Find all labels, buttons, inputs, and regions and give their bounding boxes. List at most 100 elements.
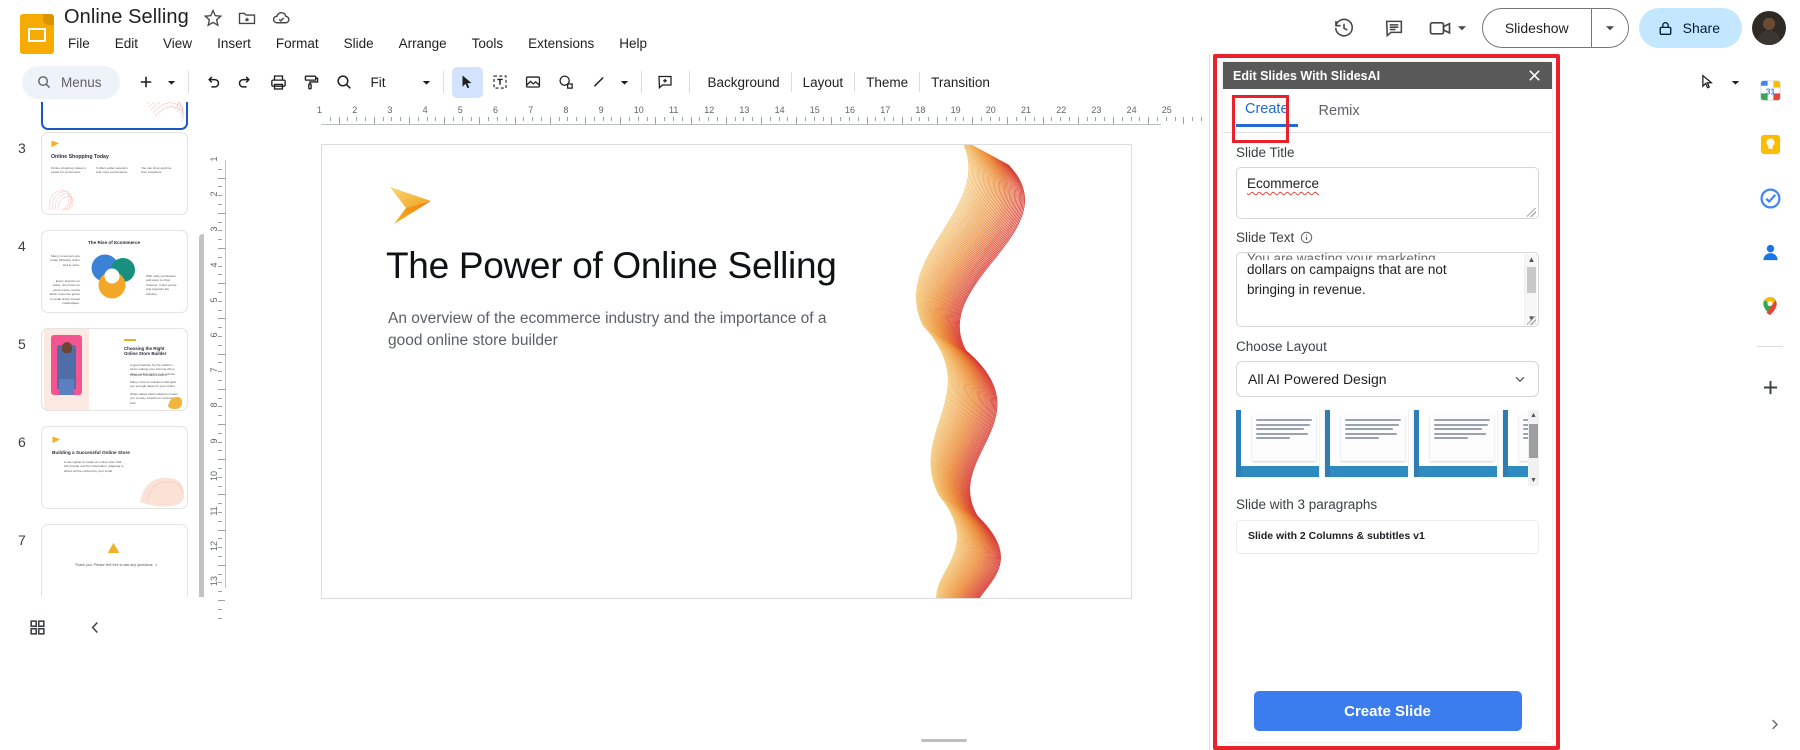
ruler-tick (218, 345, 222, 346)
ruler-tick (717, 117, 718, 121)
grid-view-icon[interactable] (22, 612, 52, 642)
version-history-icon[interactable] (1324, 8, 1364, 48)
shape-icon[interactable] (551, 67, 582, 98)
ruler-tick (218, 494, 225, 495)
slide-thumbnail-2[interactable] (41, 102, 188, 130)
ruler-tick (937, 117, 938, 124)
line-icon[interactable] (584, 67, 615, 98)
document-title[interactable]: Online Selling (64, 6, 189, 29)
ruler-tick-label: 1 (209, 152, 219, 166)
slide-thumbnail-6[interactable]: Building a Successful Online Store A use… (41, 426, 188, 509)
new-slide-options-icon[interactable] (163, 67, 181, 98)
maps-icon[interactable] (1756, 292, 1784, 320)
paint-format-icon[interactable] (296, 67, 327, 98)
list-item[interactable] (0, 102, 213, 130)
list-item[interactable]: 6 Building a Successful Online Store A u… (0, 424, 213, 522)
ruler-tick-label: 13 (209, 574, 219, 588)
list-item[interactable]: 5 Choosing the Right Online Store Builde… (0, 326, 213, 424)
ruler-tick (506, 117, 507, 121)
line-options-icon[interactable] (616, 67, 634, 98)
menu-insert[interactable]: Insert (213, 34, 255, 53)
new-slide-icon[interactable] (131, 67, 162, 98)
contacts-icon[interactable] (1756, 238, 1784, 266)
comment-add-icon[interactable] (650, 67, 681, 98)
list-item[interactable]: 7 Thank you. Please feel free to ask any… (0, 522, 213, 597)
transition-button[interactable]: Transition (920, 70, 1001, 95)
ruler-tick (523, 117, 524, 121)
list-item[interactable]: 4 The Rise of Ecommerce Many consumers a… (0, 228, 213, 326)
ruler-tick (218, 591, 222, 592)
print-icon[interactable] (263, 67, 294, 98)
menu-extensions[interactable]: Extensions (524, 34, 598, 53)
slide-filmstrip[interactable]: 3 Online Shopping Today Online shopping … (0, 102, 213, 597)
menu-tools[interactable]: Tools (468, 34, 508, 53)
ruler-tick (1104, 117, 1105, 121)
ruler-tick (453, 117, 454, 121)
thumb-bullet-1: A user guide to create an online store t… (64, 460, 124, 473)
select-icon[interactable] (452, 67, 483, 98)
slideshow-options-icon[interactable] (1592, 9, 1628, 47)
menus-search-button[interactable]: Menus (22, 66, 120, 99)
avatar[interactable] (1752, 11, 1786, 45)
ruler-tick (218, 530, 225, 531)
cloud-saved-icon[interactable] (271, 7, 292, 28)
rail-divider (1757, 346, 1783, 347)
current-slide[interactable]: The Power of Online Selling An overview … (321, 144, 1132, 599)
zoom-icon[interactable] (329, 67, 360, 98)
text-box-icon[interactable] (485, 67, 516, 98)
ruler-tick-label: 12 (209, 539, 219, 553)
calendar-icon[interactable]: 31 (1756, 76, 1784, 104)
slideshow-button[interactable]: Slideshow (1483, 9, 1591, 47)
menu-file[interactable]: File (64, 34, 94, 53)
ruler-tick (418, 117, 419, 121)
tasks-icon[interactable] (1756, 184, 1784, 212)
menu-format[interactable]: Format (272, 34, 323, 53)
expand-panel-icon[interactable] (1762, 712, 1786, 736)
menu-view[interactable]: View (159, 34, 196, 53)
ruler-tick (218, 600, 225, 601)
slide-thumbnail-5[interactable]: Choosing the Right Online Store Builder … (41, 328, 188, 411)
theme-button[interactable]: Theme (855, 70, 919, 95)
share-button[interactable]: Share (1639, 8, 1742, 48)
menu-slide[interactable]: Slide (340, 34, 378, 53)
keep-icon[interactable] (1756, 130, 1784, 158)
slide-number: 5 (18, 336, 26, 352)
insert-image-icon[interactable] (518, 67, 549, 98)
thumb-left-2: Every brand is on today, new focus on eC… (47, 279, 80, 306)
slide-thumbnail-7[interactable]: Thank you. Please feel free to ask any q… (41, 524, 188, 597)
create-tab-highlight-outline (1232, 95, 1289, 143)
zoom-level[interactable]: Fit (361, 75, 396, 90)
pointer-tools-icon[interactable] (1691, 67, 1722, 98)
layout-button[interactable]: Layout (792, 70, 855, 95)
ruler-tick-label: 5 (458, 105, 463, 115)
ruler-tick-label: 15 (810, 105, 820, 115)
ruler-tick-label: 5 (209, 293, 219, 307)
slide-thumbnail-3[interactable]: Online Shopping Today Online shopping ma… (41, 132, 188, 215)
menu-arrange[interactable]: Arrange (395, 34, 451, 53)
slide-thumbnail-4[interactable]: The Rise of Ecommerce Many consumers are… (41, 230, 188, 313)
play-triangle-logo (51, 140, 60, 148)
ruler-tick-label: 13 (739, 105, 749, 115)
undo-icon[interactable] (197, 67, 228, 98)
thumb-body: Thank you. Please feel free to ask any q… (69, 563, 164, 568)
background-button[interactable]: Background (697, 70, 791, 95)
move-to-folder-icon[interactable] (237, 8, 257, 28)
star-icon[interactable] (203, 8, 223, 28)
canvas-resize-handle[interactable] (921, 739, 967, 742)
meet-camera-button[interactable] (1424, 17, 1472, 39)
ruler-tick-label: 19 (951, 105, 961, 115)
slide-subtitle[interactable]: An overview of the ecommerce industry an… (388, 308, 858, 352)
slide-canvas-area[interactable]: The Power of Online Selling An overview … (226, 125, 1212, 625)
comment-icon[interactable] (1374, 8, 1414, 48)
slide-title[interactable]: The Power of Online Selling (386, 245, 837, 287)
ruler-tick (218, 274, 222, 275)
ruler-tick (629, 117, 630, 121)
collapse-filmstrip-icon[interactable] (80, 612, 110, 642)
menu-edit[interactable]: Edit (111, 34, 142, 53)
redo-icon[interactable] (230, 67, 261, 98)
list-item[interactable]: 3 Online Shopping Today Online shopping … (0, 130, 213, 228)
lock-icon (1657, 20, 1674, 37)
add-apps-icon[interactable] (1756, 373, 1784, 401)
zoom-options-icon[interactable] (418, 67, 436, 98)
menu-help[interactable]: Help (615, 34, 651, 53)
